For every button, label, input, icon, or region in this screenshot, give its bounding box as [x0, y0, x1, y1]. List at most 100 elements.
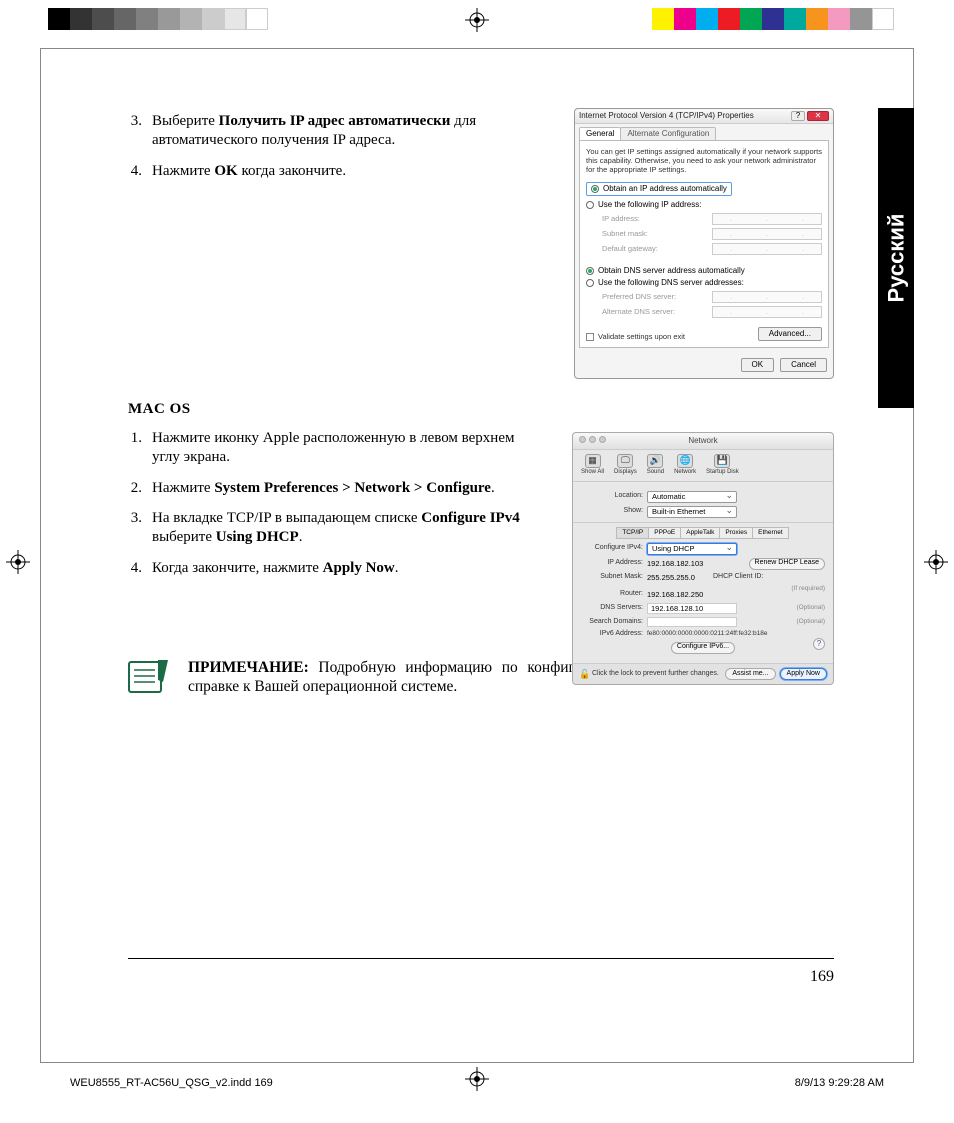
hint-text: (If required) [791, 585, 825, 593]
slug-datetime: 8/9/13 9:29:28 AM [795, 1077, 884, 1089]
renew-lease-button[interactable]: Renew DHCP Lease [749, 558, 825, 570]
protocol-tabs: TCP/IP PPPoE AppleTalk Proxies Ethernet [581, 527, 825, 539]
assist-button[interactable]: Assist me... [725, 668, 775, 681]
hint-text: (Optional) [796, 604, 825, 612]
text: Нажмите [152, 163, 214, 179]
tab-proxies[interactable]: Proxies [719, 527, 753, 539]
checkbox-label: Validate settings upon exit [598, 332, 685, 341]
apply-now-button[interactable]: Apply Now [780, 668, 827, 681]
search-domains-input[interactable] [647, 617, 737, 627]
select-value: Built-in Ethernet [652, 507, 705, 516]
dialog-titlebar: Network [573, 433, 833, 450]
list-body: Когда закончите, нажмите Apply Now. [152, 559, 523, 578]
tab-tcpip[interactable]: TCP/IP [616, 527, 649, 539]
mac-network-dialog: Network ▦Show All 🖵Displays 🔊Sound 🌐Netw… [572, 432, 834, 685]
toolbar-label: Show All [581, 469, 604, 477]
tab-general[interactable]: General [579, 127, 621, 140]
list-number: 2. [128, 479, 152, 498]
radio-label: Use the following DNS server addresses: [598, 278, 744, 288]
field-label: Subnet Mask: [581, 573, 643, 582]
configure-ipv6-button[interactable]: Configure IPv6... [671, 642, 735, 654]
list-item: 4. Нажмите OK когда закончите. [128, 162, 523, 181]
toolbar-displays[interactable]: 🖵Displays [614, 454, 637, 477]
tab-alternate[interactable]: Alternate Configuration [620, 127, 716, 140]
text: выберите [152, 529, 216, 545]
text: Выберите [152, 113, 219, 129]
list-item: 1. Нажмите иконку Apple расположенную в … [128, 429, 523, 467]
show-select[interactable]: Built-in Ethernet [647, 506, 737, 518]
field-label: Preferred DNS server: [602, 292, 676, 301]
list-number: 3. [128, 112, 152, 150]
text-bold: Получить IP адрес автоматически [219, 113, 451, 129]
radio-use-ip[interactable]: Use the following IP address: [586, 200, 822, 210]
text: Когда закончите, нажмите [152, 560, 323, 576]
radio-obtain-ip-auto[interactable]: Obtain an IP address automatically [586, 182, 732, 196]
text-bold: Using DHCP [216, 529, 299, 545]
toolbar-startup[interactable]: 💾Startup Disk [706, 454, 739, 477]
validate-checkbox[interactable]: Validate settings upon exit [586, 332, 685, 341]
toolbar-label: Sound [647, 469, 664, 477]
gateway-input[interactable]: ... [712, 243, 822, 255]
field-label: Location: [581, 492, 643, 501]
lock-text: Click the lock to prevent further change… [592, 670, 719, 679]
list-number: 1. [128, 429, 152, 467]
field-label: Subnet mask: [602, 229, 648, 238]
field-label: DHCP Client ID: [713, 573, 763, 582]
help-button[interactable]: ? [791, 111, 805, 121]
lock-icon: 🔓 [579, 669, 588, 679]
text: Нажмите [152, 480, 214, 496]
lock-area[interactable]: 🔓 Click the lock to prevent further chang… [579, 669, 719, 679]
configure-ipv4-select[interactable]: Using DHCP [647, 543, 737, 555]
dns-input[interactable]: 192.168.128.10 [647, 603, 737, 614]
dialog-body: You can get IP settings assigned automat… [579, 140, 829, 348]
field-label: Default gateway: [602, 244, 658, 253]
tab-appletalk[interactable]: AppleTalk [680, 527, 720, 539]
dialog-title: Internet Protocol Version 4 (TCP/IPv4) P… [579, 111, 754, 121]
toolbar-sound[interactable]: 🔊Sound [647, 454, 664, 477]
ok-button[interactable]: OK [741, 358, 775, 372]
field-label: Router: [581, 590, 643, 599]
cancel-button[interactable]: Cancel [780, 358, 827, 372]
registration-mark-icon [6, 550, 30, 574]
list-item: 4. Когда закончите, нажмите Apply Now. [128, 559, 523, 578]
radio-obtain-dns-auto[interactable]: Obtain DNS server address automatically [586, 266, 822, 276]
page-number: 169 [810, 967, 834, 987]
radio-use-dns[interactable]: Use the following DNS server addresses: [586, 278, 822, 288]
hint-text: (Optional) [796, 618, 825, 626]
advanced-button[interactable]: Advanced... [758, 327, 822, 341]
text: . [299, 529, 303, 545]
preferred-dns-input[interactable]: ... [712, 291, 822, 303]
dialog-body: Location: Automatic Show: Built-in Etherne… [573, 482, 833, 663]
toolbar-network[interactable]: 🌐Network [674, 454, 696, 477]
field-label: IP address: [602, 214, 640, 223]
field-label: Show: [581, 507, 643, 516]
ip-address-input[interactable]: ... [712, 213, 822, 225]
ip-fields-group: IP address:... Subnet mask:... Default g… [586, 213, 822, 255]
list-body: На вкладке TCP/IP в выпадающем списке Co… [152, 509, 523, 547]
field-value: 192.168.182.103 [647, 559, 703, 568]
subnet-input[interactable]: ... [712, 228, 822, 240]
footer-rule [128, 958, 834, 959]
list-number: 3. [128, 509, 152, 547]
list-body: Нажмите OK когда закончите. [152, 162, 523, 181]
field-label: DNS Servers: [581, 604, 643, 613]
alternate-dns-input[interactable]: ... [712, 306, 822, 318]
radio-label: Use the following IP address: [598, 200, 701, 210]
field-label: IP Address: [581, 559, 643, 568]
registration-mark-icon [465, 8, 489, 32]
toolbar-showall[interactable]: ▦Show All [581, 454, 604, 477]
location-select[interactable]: Automatic [647, 491, 737, 503]
close-button[interactable]: ✕ [807, 111, 829, 121]
field-label: Configure IPv4: [581, 544, 643, 553]
tab-ethernet[interactable]: Ethernet [752, 527, 789, 539]
text: . [491, 480, 495, 496]
list-body: Выберите Получить IP адрес автоматически… [152, 112, 523, 150]
radio-label: Obtain DNS server address automatically [598, 266, 745, 276]
select-value: Automatic [652, 492, 685, 501]
list-body: Нажмите System Preferences > Network > C… [152, 479, 523, 498]
text-bold: OK [214, 163, 237, 179]
tab-pppoe[interactable]: PPPoE [648, 527, 681, 539]
text: На вкладке TCP/IP в выпадающем списке [152, 510, 421, 526]
dns-fields-group: Preferred DNS server:... Alternate DNS s… [586, 291, 822, 318]
list-number: 4. [128, 162, 152, 181]
